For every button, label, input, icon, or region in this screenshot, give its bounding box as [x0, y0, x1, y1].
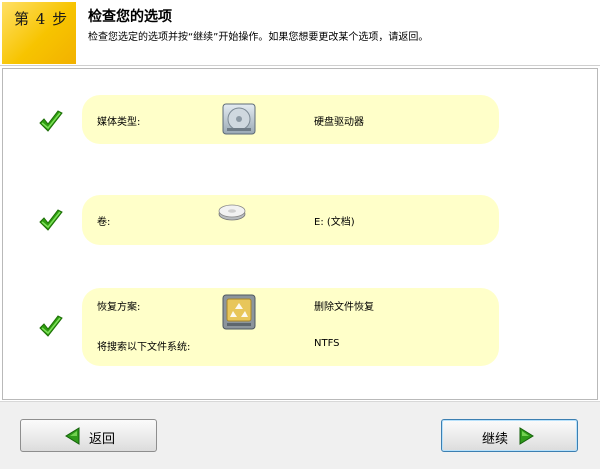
wizard-header: 第 4 步 检查您的选项 检查您选定的选项并按“继续”开始操作。如果您想要更改某…	[0, 0, 600, 66]
checkmark-icon	[38, 314, 64, 340]
page-title: 检查您的选项	[88, 9, 172, 25]
page-subtitle: 检查您选定的选项并按“继续”开始操作。如果您想要更改某个选项，请返回。	[88, 32, 429, 43]
media-type-label: 媒体类型:	[97, 117, 141, 128]
volume-label: 卷:	[97, 217, 111, 228]
wizard-footer: 返回 继续	[0, 401, 600, 469]
recovery-label: 恢复方案:	[97, 302, 141, 313]
recovery-card: 恢复方案: 删除文件恢复 将搜索以下文件系统: NTFS	[82, 288, 499, 366]
back-button[interactable]: 返回	[20, 419, 157, 452]
step-indicator: 第 4 步	[2, 2, 76, 64]
summary-panel: 媒体类型: 硬盘驱动器 卷: E: (文档) 恢复方案: 删除文件恢复 将搜索以…	[2, 68, 598, 400]
media-type-card: 媒体类型: 硬盘驱动器	[82, 95, 499, 144]
volume-disk-icon	[217, 203, 247, 221]
step-label: 第 4 步	[14, 10, 69, 28]
next-button[interactable]: 继续	[441, 419, 578, 452]
filesystem-value: NTFS	[314, 338, 340, 349]
volume-card: 卷: E: (文档)	[82, 195, 499, 245]
checkmark-icon	[38, 208, 64, 234]
back-button-label: 返回	[89, 432, 116, 447]
arrow-left-icon	[65, 427, 81, 445]
volume-value: E: (文档)	[314, 217, 355, 228]
arrow-right-icon	[518, 427, 534, 445]
media-type-value: 硬盘驱动器	[314, 117, 364, 128]
checkmark-icon	[38, 109, 64, 135]
recovery-value: 删除文件恢复	[314, 302, 374, 313]
filesystem-label: 将搜索以下文件系统:	[97, 342, 191, 353]
recycle-drive-icon	[221, 293, 257, 331]
next-button-label: 继续	[482, 432, 509, 447]
hard-drive-icon	[221, 101, 257, 137]
